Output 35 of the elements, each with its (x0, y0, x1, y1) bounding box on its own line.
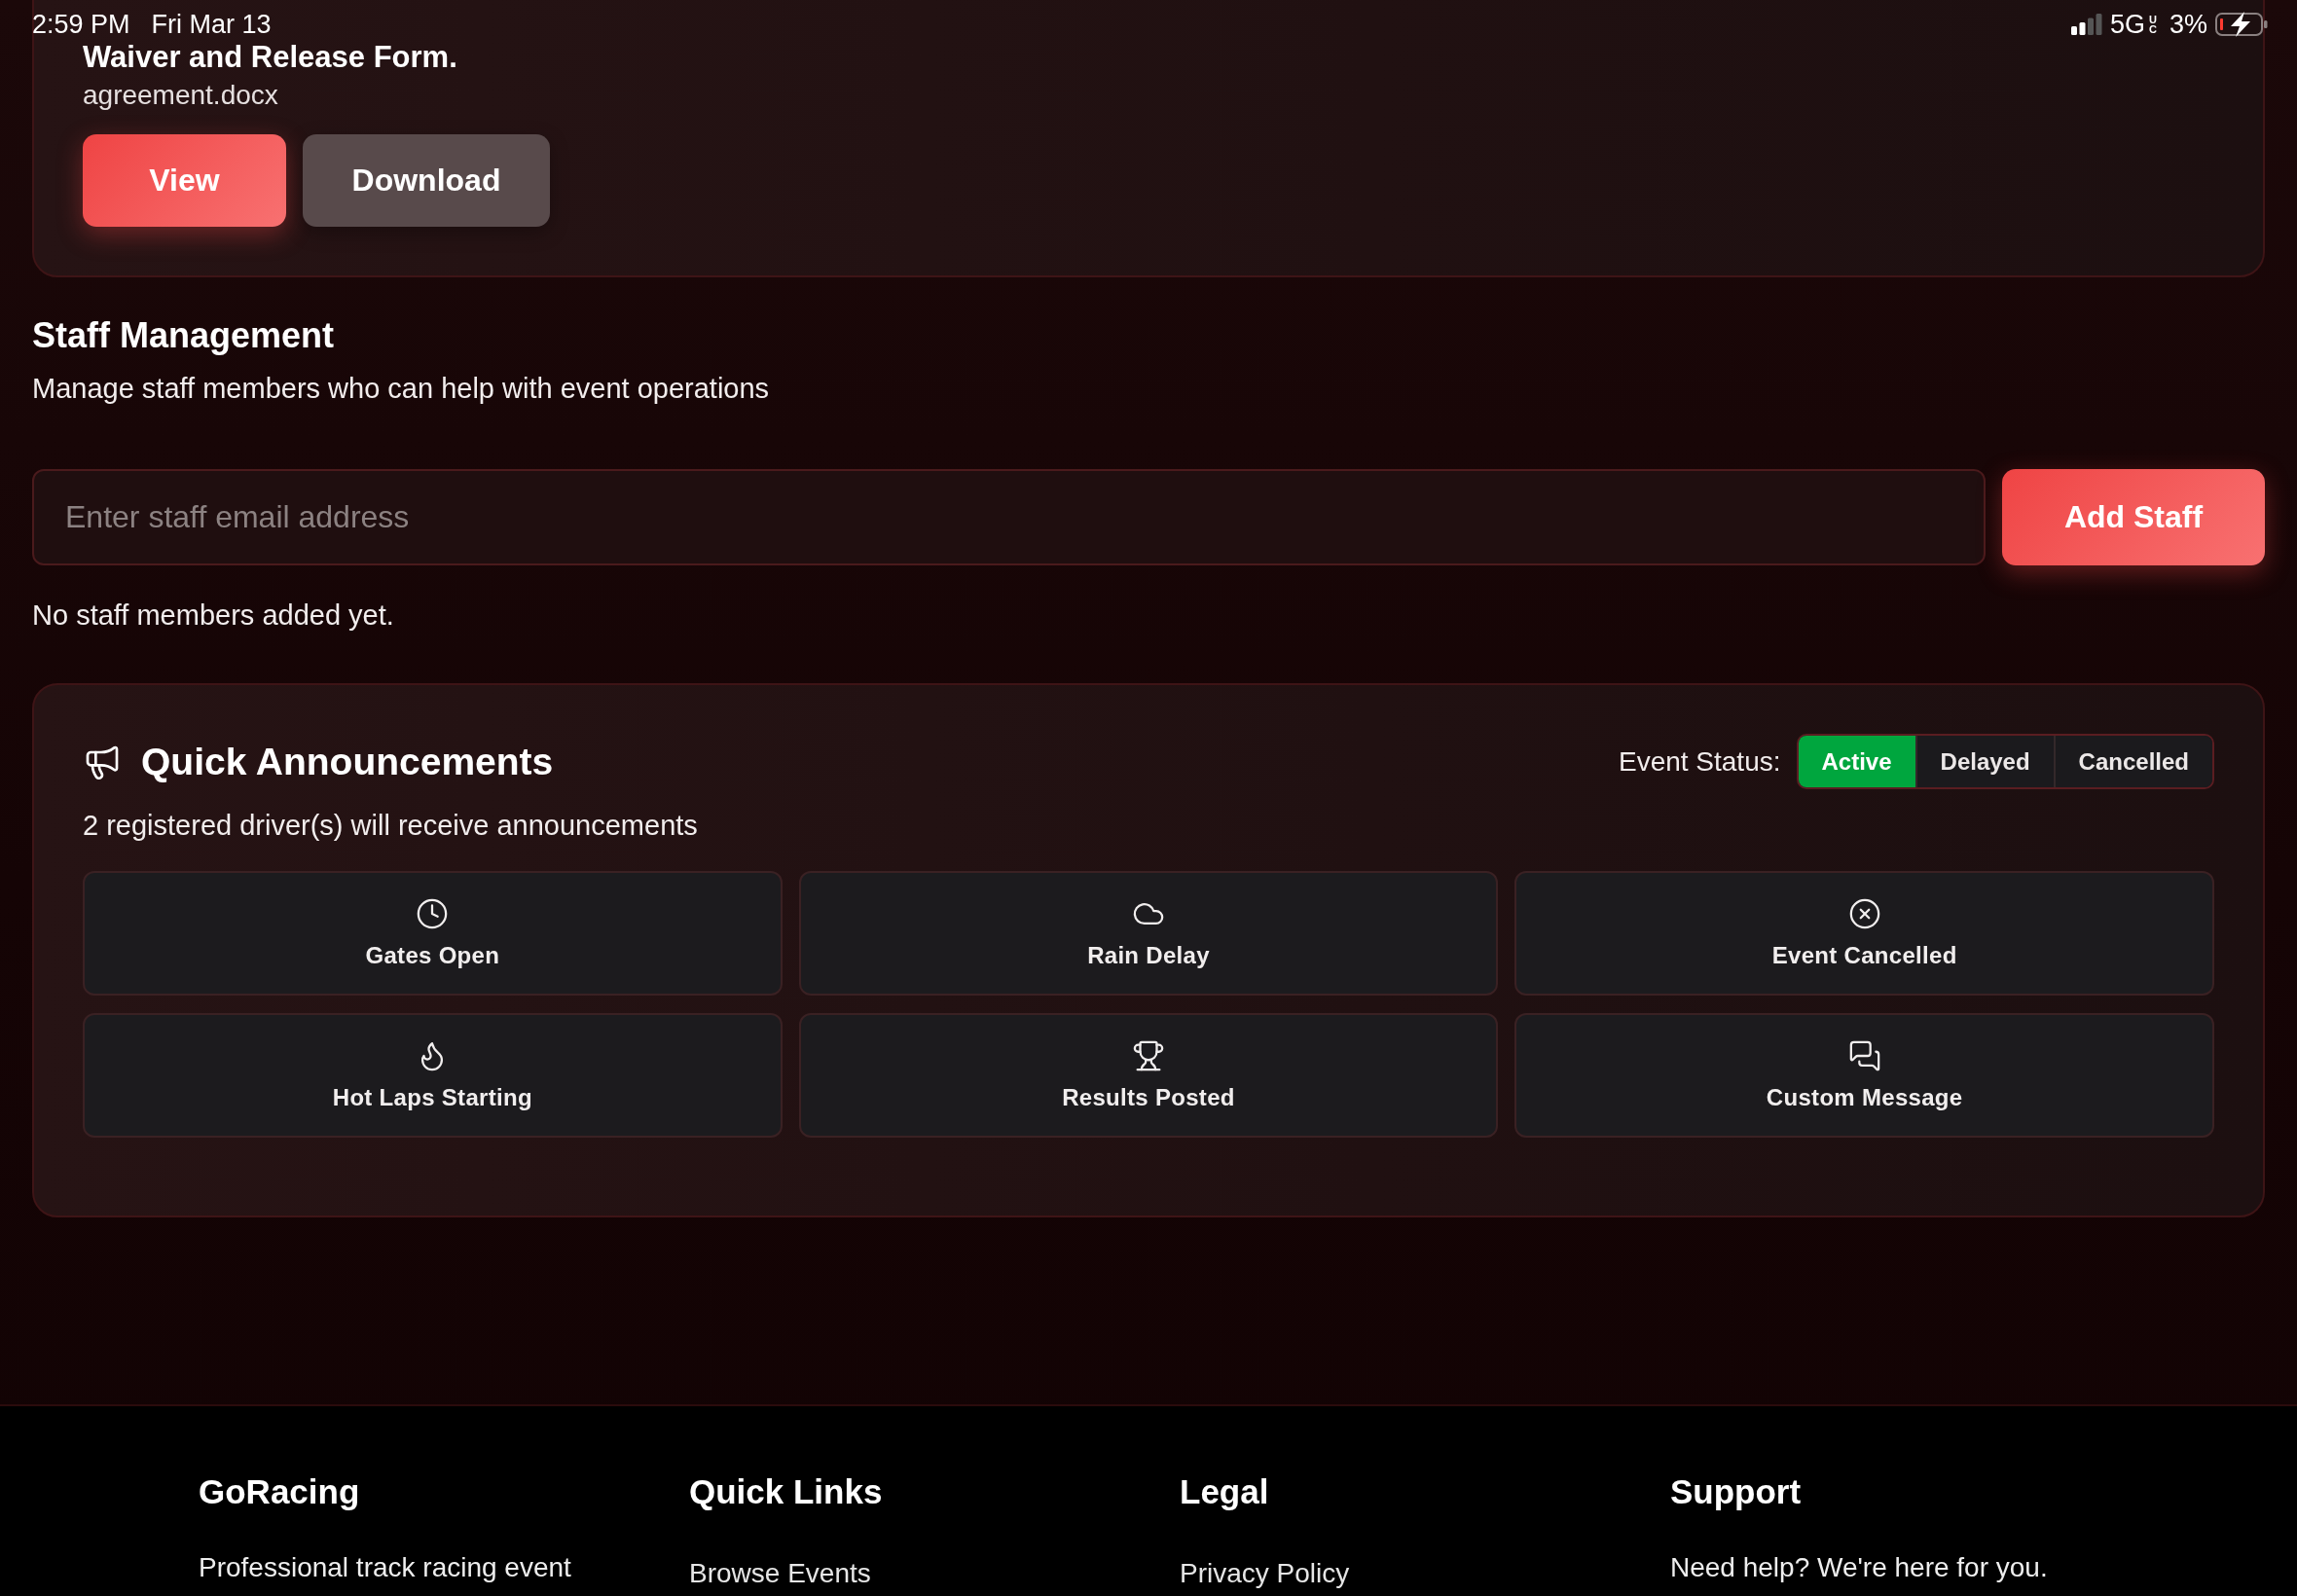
recipients-note: 2 registered driver(s) will receive announcements (83, 809, 698, 842)
footer-text: Professional track racing event (199, 1552, 571, 1583)
download-button[interactable]: Download (303, 134, 550, 227)
announcement-button[interactable]: Results Posted (798, 1013, 1499, 1138)
card-title: Quick Announcements (141, 739, 554, 784)
section-title: Staff Management (32, 316, 335, 355)
announcement-button[interactable]: Rain Delay (798, 871, 1499, 996)
announcement-button[interactable]: Custom Message (1514, 1013, 2214, 1138)
trophy-icon (1132, 1039, 1165, 1072)
announcement-button[interactable]: Hot Laps Starting (83, 1013, 783, 1138)
footer-heading: Support (1670, 1471, 1802, 1512)
status-option[interactable]: Cancelled (2053, 736, 2212, 787)
network-label: UC (2148, 15, 2158, 34)
announcement-button[interactable]: Event Cancelled (1514, 871, 2214, 996)
document-title: Waiver and Release Form. (83, 41, 457, 74)
footer-heading: Legal (1180, 1471, 1269, 1512)
footer-heading: Quick Links (689, 1471, 883, 1512)
empty-message: No staff members added yet. (32, 599, 394, 632)
battery-percent: 3% (2169, 10, 2207, 39)
file-name: agreement.docx (83, 80, 278, 111)
email-input[interactable]: Enter staff email address (32, 469, 1986, 565)
status-date: Fri Mar 13 (151, 10, 272, 39)
clock-icon (416, 897, 450, 930)
x-circle-icon (1847, 897, 1881, 930)
signal-icon (2070, 14, 2102, 35)
chat-bubbles-icon (1847, 1039, 1881, 1072)
footer-link[interactable]: Browse Events (689, 1558, 871, 1589)
event-status-label: Event Status: (1618, 745, 1781, 778)
announcement-button[interactable]: Gates Open (83, 871, 783, 996)
footer-link[interactable]: Privacy Policy (1180, 1558, 1350, 1589)
section-description: Manage staff members who can help with event operations (32, 373, 770, 405)
network-type: 5G (2109, 10, 2145, 39)
footer-text: Need help? We're here for you. (1670, 1552, 2048, 1583)
status-time: 2:59 PM (32, 10, 130, 39)
footer-heading: GoRacing (199, 1471, 360, 1512)
